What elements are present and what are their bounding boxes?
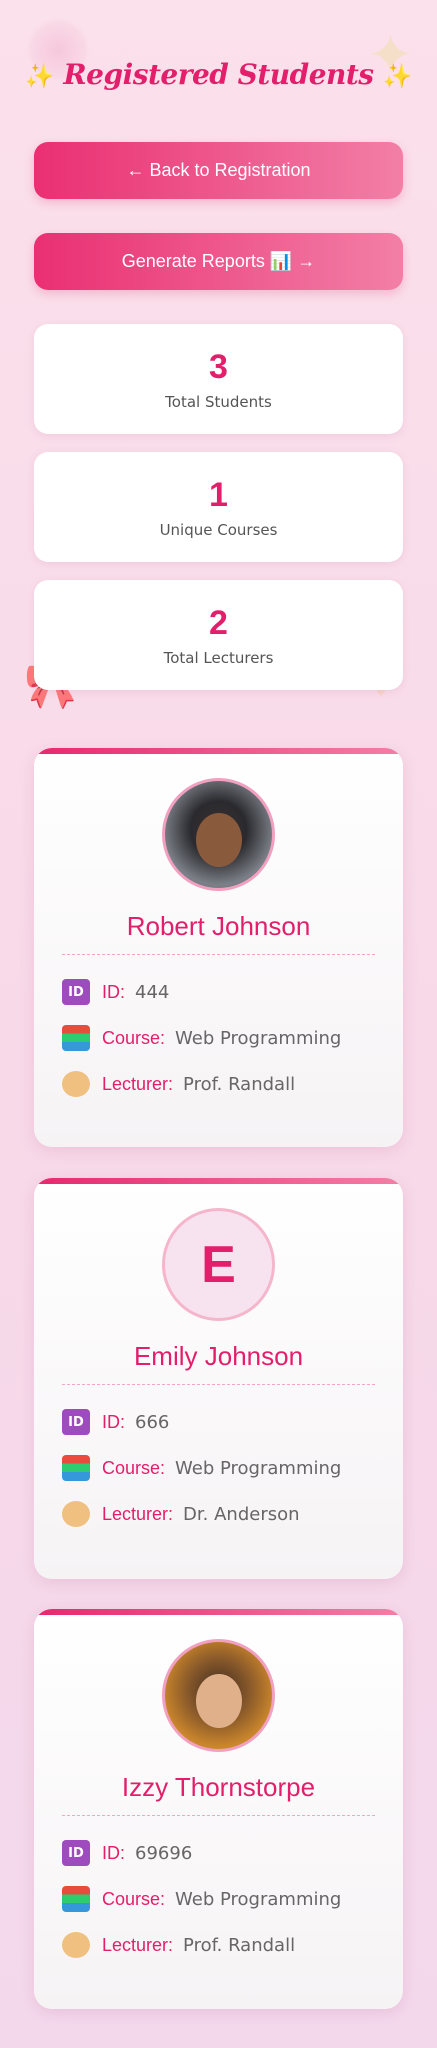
id-label: ID: <box>102 981 126 1002</box>
student-card: Robert Johnson ID ID: 444 Course: Web Pr… <box>34 748 403 1147</box>
divider <box>62 1384 375 1385</box>
course-value: Web Programming <box>175 1457 342 1479</box>
page-title-text: Registered Students <box>63 58 374 91</box>
teacher-icon <box>62 1071 90 1097</box>
divider <box>62 1815 375 1816</box>
student-id-row: ID ID: 444 <box>62 977 169 1007</box>
student-card: Izzy Thornstorpe ID ID: 69696 Course: We… <box>34 1609 403 2009</box>
lecturer-value: Prof. Randall <box>183 1073 296 1095</box>
avatar-photo <box>195 812 242 867</box>
course-label: Course: <box>102 1888 166 1909</box>
stat-label: Total Lecturers <box>163 649 274 667</box>
teacher-icon <box>62 1501 90 1527</box>
course-label: Course: <box>102 1027 166 1048</box>
stat-card-total-students: 3 Total Students <box>34 324 403 434</box>
teacher-icon <box>62 1932 90 1958</box>
course-value: Web Programming <box>175 1888 342 1910</box>
id-value: 444 <box>135 981 170 1003</box>
student-lecturer-row: Lecturer: Dr. Anderson <box>62 1499 300 1529</box>
student-course-row: Course: Web Programming <box>62 1884 341 1914</box>
id-label: ID: <box>102 1411 126 1432</box>
student-name: Emily Johnson <box>133 1341 304 1371</box>
sparkle-icon: ✨ <box>382 61 413 90</box>
student-id-row: ID ID: 666 <box>62 1407 169 1437</box>
student-course-row: Course: Web Programming <box>62 1453 341 1483</box>
id-icon: ID <box>62 979 90 1005</box>
stat-card-total-lecturers: 2 Total Lecturers <box>34 580 403 690</box>
divider <box>62 954 375 955</box>
course-value: Web Programming <box>175 1027 342 1049</box>
stat-label: Total Students <box>165 393 272 411</box>
lecturer-label: Lecturer: <box>102 1503 174 1524</box>
stat-value: 3 <box>209 348 228 386</box>
avatar-photo <box>195 1673 242 1728</box>
page-title: ✨ Registered Students ✨ <box>0 58 437 91</box>
books-icon <box>62 1886 90 1912</box>
lecturer-value: Prof. Randall <box>183 1934 296 1956</box>
avatar <box>162 778 275 891</box>
id-value: 69696 <box>135 1842 193 1864</box>
avatar: E <box>162 1208 275 1321</box>
back-to-registration-button[interactable]: ← Back to Registration <box>34 142 403 199</box>
student-lecturer-row: Lecturer: Prof. Randall <box>62 1069 295 1099</box>
id-icon: ID <box>62 1840 90 1866</box>
student-lecturer-row: Lecturer: Prof. Randall <box>62 1930 295 1960</box>
course-label: Course: <box>102 1457 166 1478</box>
stat-card-unique-courses: 1 Unique Courses <box>34 452 403 562</box>
id-label: ID: <box>102 1842 126 1863</box>
id-value: 666 <box>135 1411 170 1433</box>
books-icon <box>62 1455 90 1481</box>
stat-value: 1 <box>209 476 228 514</box>
lecturer-label: Lecturer: <box>102 1073 174 1094</box>
id-icon: ID <box>62 1409 90 1435</box>
student-name: Robert Johnson <box>126 911 311 941</box>
student-name: Izzy Thornstorpe <box>121 1772 316 1802</box>
student-course-row: Course: Web Programming <box>62 1023 341 1053</box>
student-card: E Emily Johnson ID ID: 666 Course: Web P… <box>34 1178 403 1579</box>
avatar <box>162 1639 275 1752</box>
lecturer-label: Lecturer: <box>102 1934 174 1955</box>
generate-reports-button[interactable]: Generate Reports 📊 → <box>34 233 403 290</box>
student-id-row: ID ID: 69696 <box>62 1838 192 1868</box>
books-icon <box>62 1025 90 1051</box>
sparkle-icon: ✨ <box>24 61 55 90</box>
stat-label: Unique Courses <box>159 521 278 539</box>
stat-value: 2 <box>209 604 228 642</box>
lecturer-value: Dr. Anderson <box>183 1503 300 1525</box>
